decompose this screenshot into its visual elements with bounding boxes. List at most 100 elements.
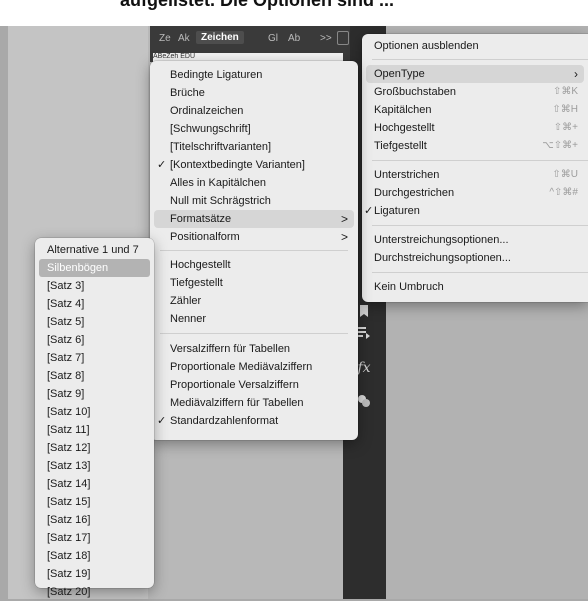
menu-item-label: Durchstreichungsoptionen... [374, 252, 511, 264]
menu-item-strikethrough-options[interactable]: Durchstreichungsoptionen... [362, 249, 588, 267]
menu-item-opentype[interactable]: OpenType › [362, 65, 588, 83]
menu-item-discretionary-ligatures[interactable]: Bedingte Ligaturen [150, 66, 358, 84]
menu-item-all-caps[interactable]: Großbuchstaben ⇧⌘K [362, 83, 588, 101]
chevron-right-icon: › [574, 67, 578, 81]
menu-item-set-2[interactable]: Silbenbögen [35, 259, 154, 277]
menu-item-label: [Satz 4] [47, 298, 85, 310]
chevron-right-icon: > [340, 212, 348, 226]
menu-item-label: [Satz 3] [47, 280, 85, 292]
menu-item-set-7[interactable]: [Satz 7] [35, 349, 154, 367]
menu-item-set-17[interactable]: [Satz 17] [35, 529, 154, 547]
shortcut-label: ⇧⌘U [552, 169, 578, 180]
menu-item-swash[interactable]: [Schwungschrift] [150, 120, 358, 138]
document-heading: aufgelistet. Die Optionen sind ... [120, 0, 395, 10]
menu-item-label: [Satz 10] [47, 406, 91, 418]
menu-item-label: [Satz 15] [47, 496, 91, 508]
menu-item-fractions[interactable]: Brüche [150, 84, 358, 102]
menu-item-label: Hochgestellt [170, 259, 231, 271]
menu-item-strikethrough[interactable]: Durchgestrichen ^⇧⌘# [362, 184, 588, 202]
menu-item-titling[interactable]: [Titelschriftvarianten] [150, 138, 358, 156]
menu-item-contextual-alternates[interactable]: ✓ [Kontextbedingte Varianten] [150, 156, 358, 174]
menu-item-slashed-zero[interactable]: Null mit Schrägstrich [150, 192, 358, 210]
menu-item-set-15[interactable]: [Satz 15] [35, 493, 154, 511]
tab-ab[interactable]: Ab [288, 33, 300, 44]
stylistic-sets-submenu: Alternative 1 und 7 Silbenbögen [Satz 3]… [35, 238, 154, 598]
menu-item-label: [Satz 6] [47, 334, 85, 346]
tab-ak[interactable]: Ak [178, 33, 190, 44]
menu-item-positional-forms[interactable]: Positionalform > [150, 228, 358, 246]
menu-item-label: Versalziffern für Tabellen [170, 343, 291, 355]
menu-item-superscript[interactable]: Hochgestellt [150, 256, 358, 274]
menu-item-denominator[interactable]: Nenner [150, 310, 358, 328]
menu-item-set-8[interactable]: [Satz 8] [35, 367, 154, 385]
opentype-submenu: Bedingte Ligaturen Brüche Ordinalzeichen… [150, 61, 358, 440]
tab-gl[interactable]: Gl [268, 33, 278, 44]
shortcut-label: ⇧⌘+ [553, 122, 578, 133]
menu-item-ordinal[interactable]: Ordinalzeichen [150, 102, 358, 120]
menu-item-label: Silbenbögen [47, 262, 109, 274]
menu-item-label: Mediävalziffern für Tabellen [170, 397, 304, 409]
menu-item-no-break[interactable]: Kein Umbruch [362, 278, 588, 296]
menu-item-tabular-lining[interactable]: Versalziffern für Tabellen [150, 340, 358, 358]
menu-item-superscript[interactable]: Hochgestellt ⇧⌘+ [362, 119, 588, 137]
menu-item-label: [Satz 13] [47, 460, 91, 472]
menu-item-label: Hochgestellt [374, 122, 435, 134]
menu-item-set-20[interactable]: [Satz 20] [35, 583, 154, 601]
menu-item-set-9[interactable]: [Satz 9] [35, 385, 154, 403]
menu-item-ligatures[interactable]: ✓ Ligaturen [362, 202, 588, 220]
menu-item-set-16[interactable]: [Satz 16] [35, 511, 154, 529]
menu-item-stylistic-sets[interactable]: Formatsätze > [150, 210, 358, 228]
menu-item-all-small-caps[interactable]: Alles in Kapitälchen [150, 174, 358, 192]
tab-zeichen[interactable]: Zeichen [196, 31, 244, 44]
menu-item-subscript[interactable]: Tiefgestellt [150, 274, 358, 292]
menu-item-tabular-oldstyle[interactable]: Mediävalziffern für Tabellen [150, 394, 358, 412]
checkmark-icon: ✓ [157, 415, 167, 427]
menu-item-set-4[interactable]: [Satz 4] [35, 295, 154, 313]
checkmark-icon: ✓ [364, 205, 374, 217]
menu-item-label: [Satz 11] [47, 424, 90, 436]
panel-menu-icon[interactable] [337, 31, 349, 45]
menu-item-numerator[interactable]: Zähler [150, 292, 358, 310]
shortcut-label: ⇧⌘H [552, 104, 578, 115]
menu-item-subscript[interactable]: Tiefgestellt ⌥⇧⌘+ [362, 137, 588, 155]
menu-item-set-11[interactable]: [Satz 11] [35, 421, 154, 439]
menu-item-set-1[interactable]: Alternative 1 und 7 [35, 241, 154, 259]
menu-item-label: Zähler [170, 295, 202, 307]
menu-item-label: Durchgestrichen [374, 187, 455, 199]
menu-item-label: Positionalform [170, 231, 240, 243]
menu-item-underline-options[interactable]: Unterstreichungsoptionen... [362, 231, 588, 249]
menu-item-set-18[interactable]: [Satz 18] [35, 547, 154, 565]
menu-item-set-5[interactable]: [Satz 5] [35, 313, 154, 331]
menu-item-set-13[interactable]: [Satz 13] [35, 457, 154, 475]
menu-item-label: Unterstreichungsoptionen... [374, 234, 509, 246]
menu-item-set-6[interactable]: [Satz 6] [35, 331, 154, 349]
menu-item-label: OpenType [374, 68, 425, 80]
tab-ze[interactable]: Ze [159, 33, 171, 44]
menu-separator [372, 160, 588, 161]
menu-item-label: [Satz 20] [47, 586, 91, 598]
menu-item-default-figure[interactable]: ✓ Standardzahlenformat [150, 412, 358, 430]
panel-overflow-button[interactable]: >> [320, 33, 332, 44]
panel-tabs: Ze Ak Zeichen Gl Ab >> [150, 30, 350, 50]
menu-item-label: Kein Umbruch [374, 281, 444, 293]
menu-item-label: Bedingte Ligaturen [170, 69, 263, 81]
menu-item-underline[interactable]: Unterstrichen ⇧⌘U [362, 166, 588, 184]
menu-item-label: Kapitälchen [374, 104, 432, 116]
menu-item-label: Tiefgestellt [374, 140, 427, 152]
menu-item-label: Großbuchstaben [374, 86, 456, 98]
menu-item-set-19[interactable]: [Satz 19] [35, 565, 154, 583]
menu-separator [372, 225, 588, 226]
menu-item-set-14[interactable]: [Satz 14] [35, 475, 154, 493]
menu-item-label: [Satz 17] [47, 532, 91, 544]
menu-item-label: Null mit Schrägstrich [170, 195, 271, 207]
menu-item-label: Optionen ausblenden [374, 40, 479, 52]
menu-item-set-10[interactable]: [Satz 10] [35, 403, 154, 421]
menu-item-label: [Satz 19] [47, 568, 91, 580]
menu-item-label: Ligaturen [374, 205, 420, 217]
menu-item-set-12[interactable]: [Satz 12] [35, 439, 154, 457]
menu-item-small-caps[interactable]: Kapitälchen ⇧⌘H [362, 101, 588, 119]
menu-item-proportional-lining[interactable]: Proportionale Versalziffern [150, 376, 358, 394]
menu-item-set-3[interactable]: [Satz 3] [35, 277, 154, 295]
menu-item-hide-options[interactable]: Optionen ausblenden [362, 37, 588, 55]
menu-item-proportional-oldstyle[interactable]: Proportionale Mediävalziffern [150, 358, 358, 376]
